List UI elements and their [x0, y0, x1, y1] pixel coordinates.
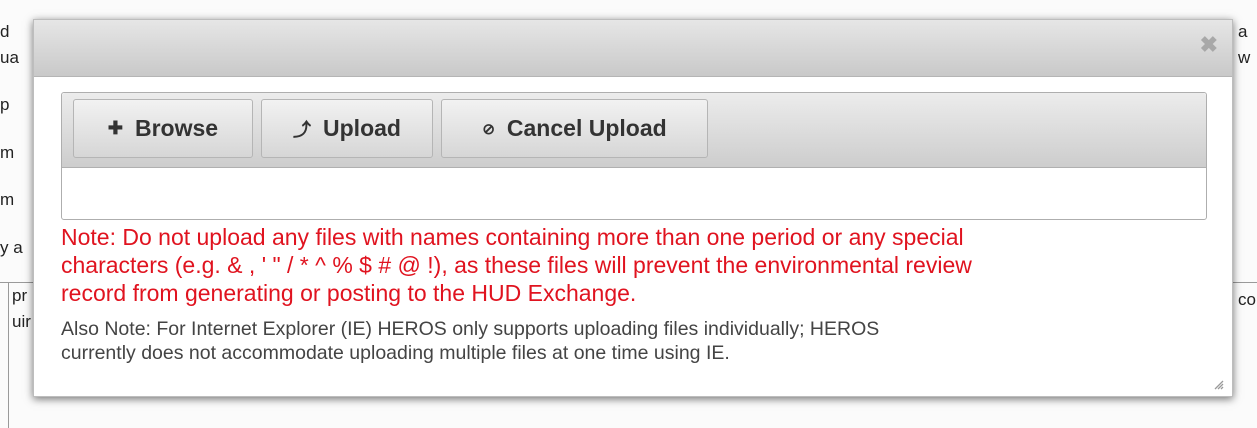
warning-line: Note: Do not upload any files with names… — [61, 224, 964, 250]
file-uploader: ✚ Browse ⤴ Upload ⊘ Cancel Upload — [61, 92, 1207, 220]
upload-dialog: ✖ ✚ Browse ⤴ Upload ⊘ Cancel Upload Note… — [33, 19, 1233, 397]
cancel-upload-button-label: Cancel Upload — [506, 115, 667, 141]
dialog-titlebar[interactable]: ✖ — [34, 20, 1232, 77]
special-characters-warning: Note: Do not upload any files with names… — [61, 223, 1211, 307]
warning-line: record from generating or posting to the… — [61, 280, 637, 306]
browse-button-label: Browse — [135, 115, 219, 141]
upload-arrow-icon: ⤴ — [293, 119, 312, 140]
close-icon[interactable]: ✖ — [1200, 34, 1218, 56]
warning-line: characters (e.g. & , ' " / * ^ % $ # @ !… — [61, 252, 972, 278]
background-text-fragment: a — [1238, 22, 1248, 41]
background-text-fragment: d — [0, 22, 10, 41]
background-text-fragment: p — [0, 95, 10, 114]
background-text-fragment: co — [1238, 290, 1256, 309]
cancel-circle-icon: ⊘ — [482, 120, 495, 138]
info-line: Also Note: For Internet Explorer (IE) HE… — [61, 318, 880, 340]
info-line: currently does not accommodate uploading… — [61, 342, 730, 364]
background-text-fragment: m — [0, 190, 15, 209]
upload-button-label: Upload — [323, 115, 401, 141]
background-text-fragment: m — [0, 143, 15, 162]
background-text-fragment: ua — [0, 48, 19, 67]
plus-icon: ✚ — [107, 118, 123, 138]
background-text-fragment: y a — [0, 238, 23, 257]
cancel-upload-button[interactable]: ⊘ Cancel Upload — [441, 99, 708, 158]
upload-button[interactable]: ⤴ Upload — [261, 99, 433, 158]
browse-button[interactable]: ✚ Browse — [73, 99, 253, 158]
background-text-fragment: pr — [12, 286, 28, 305]
ie-upload-note: Also Note: For Internet Explorer (IE) HE… — [61, 317, 1211, 365]
background-text-fragment: uir — [12, 312, 31, 331]
uploader-toolbar: ✚ Browse ⤴ Upload ⊘ Cancel Upload — [62, 93, 1206, 168]
background-text-fragment: w — [1238, 48, 1251, 67]
resize-grip-icon[interactable] — [1212, 378, 1224, 390]
background-border — [8, 282, 9, 428]
